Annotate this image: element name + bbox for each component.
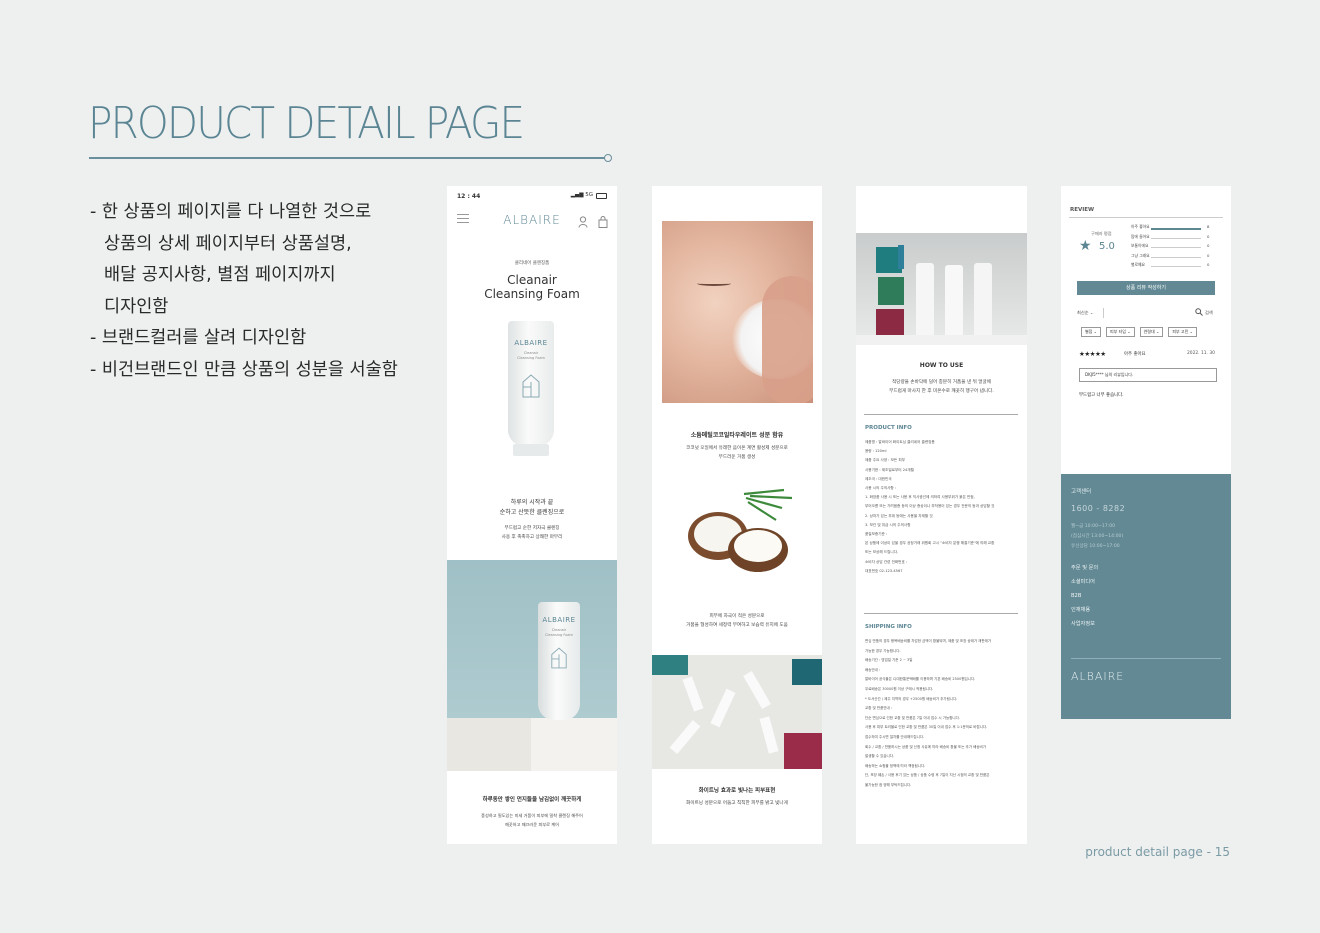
ingredient-body: 코코넛 오일에서 유래한 음이온 계면 활성제 성분으로 부드러운 거품 생성 [686, 446, 788, 460]
status-time: 12 : 44 [457, 193, 481, 200]
footer-brand-logo: ALBAIRE [1071, 670, 1125, 683]
footer-link[interactable]: 사업자정보 [1071, 617, 1098, 631]
how-to-use-heading: HOW TO USE [919, 362, 964, 369]
cs-phone[interactable]: 1600 - 8282 [1071, 504, 1125, 513]
review-filters: 별점 ⌄ 피부 타입 ⌄ 연령대 ⌄ 피부 고민 ⌄ [1081, 327, 1197, 337]
whitening-body: 화이트닝 성분으로 어둡고 칙칙한 피부를 밝고 빛나게 [686, 801, 788, 806]
chevron-down-icon: ⌄ [1089, 310, 1094, 315]
product-copy-headline: 하루의 시작과 끝 순하고 산뜻한 클렌징으로 [499, 499, 565, 516]
title-underline-dot [604, 154, 612, 162]
review-text: 부드럽고 너무 좋습니다. [1079, 393, 1124, 398]
footer-link[interactable]: 주문 및 문의 [1071, 561, 1098, 575]
rating-row: 보통이에요 0 [1131, 243, 1210, 248]
section-divider [864, 613, 1018, 614]
product-boxes-photo [652, 655, 822, 769]
coconut-photo [684, 484, 796, 580]
mobile-screen-ingredients: 소듐메틸코코일타우레이트 성분 함유 코코넛 오일에서 유래한 음이온 계면 활… [652, 186, 822, 844]
cleansing-headline: 하루동안 쌓인 먼지들을 남김없이 깨끗하게 [482, 797, 582, 803]
cart-icon[interactable] [598, 213, 608, 232]
slide-title: PRODUCT DETAIL PAGE [88, 98, 525, 149]
description-line: 상품의 상세 페이지부터 상품설명, [104, 233, 352, 254]
brand-logo[interactable]: ALBAIRE [447, 213, 617, 227]
product-info-heading: PRODUCT INFO [865, 425, 912, 431]
rating-row: 아주 좋아요 8 [1131, 224, 1210, 230]
how-to-use-body: 적당량을 손바닥에 덜어 충분히 거품을 낸 뒤 얼굴에 부드럽게 마사지 한 … [889, 380, 994, 394]
product-name: Cleanair Cleansing Foam [484, 273, 580, 301]
search-icon[interactable] [1195, 308, 1203, 318]
product-tube-image: ALBAIRE Cleanair Cleansing Foam [538, 602, 580, 720]
mobile-screen-product-top: 12 : 44 ▂▄▆ 5G ALBAIRE 클리네어 클렌징폼 Cleanai… [447, 186, 617, 844]
description-line: 배달 공지사항, 별점 페이지까지 [104, 265, 336, 285]
filter-dropdown[interactable]: 별점 ⌄ [1081, 327, 1101, 337]
filter-dropdown[interactable]: 피부 고민 ⌄ [1168, 327, 1197, 337]
footer-link[interactable]: 인재채용 [1071, 603, 1098, 617]
filter-dropdown[interactable]: 피부 타입 ⌄ [1106, 327, 1135, 337]
review-date: 2022. 11. 30 [1187, 351, 1215, 356]
shipping-info-heading: SHIPPING INFO [865, 624, 912, 630]
description-line: - 브랜드컬러를 살려 디자인함 [90, 328, 307, 348]
footer-link[interactable]: 소셜미디어 [1071, 575, 1098, 589]
title-underline [89, 157, 607, 159]
shipping-info-list: 변심 반품의 경우 왕복배송비를 차감한 금액이 환불되며, 제품 및 포장 상… [865, 639, 992, 787]
house-logo-icon [521, 373, 541, 403]
sort-dropdown[interactable]: 최신순 ⌄ [1077, 310, 1093, 316]
footer-links: 주문 및 문의 소셜미디어 B2B 인재채용 사업자정보 [1071, 561, 1098, 631]
product-photo-teal: ALBAIRE Cleanair Cleansing Foam [447, 560, 617, 771]
rating-value: 5.0 [1099, 241, 1115, 252]
page-number: product detail page - 15 [1085, 845, 1230, 859]
section-divider [1069, 217, 1223, 218]
rating-row: 그냥 그래요 0 [1131, 252, 1210, 258]
filter-dropdown[interactable]: 연령대 ⌄ [1139, 327, 1164, 337]
rating-fill [1151, 227, 1201, 230]
cs-label: 고객센터 [1071, 489, 1092, 495]
search-label[interactable]: 검색 [1205, 310, 1213, 316]
rating-row: 맘에 들어요 0 [1131, 233, 1210, 239]
mobile-screen-info: HOW TO USE 적당량을 손바닥에 덜어 충분히 거품을 낸 뒤 얼굴에 … [856, 186, 1027, 844]
status-signal: ▂▄▆ 5G [570, 192, 593, 198]
product-tube-image: ALBAIRE Cleanair Cleansing Foam [508, 321, 554, 456]
coconut-body: 피부에 자극이 적은 성분으로 거품을 형성하여 세정력 부여하고 보습력 유지… [686, 614, 788, 628]
rating-caption: 구매자 평점 [1091, 231, 1112, 236]
review-rating-text: 아주 좋아요 [1124, 352, 1146, 357]
description-line: 디자인함 [104, 296, 169, 317]
product-info-list: 제품명 : 알바이어 화이트닝 클리네어 클렌징폼 용량 : 120ml 제품 주요… [865, 440, 995, 573]
review-stars: ★★★★★ [1079, 350, 1106, 358]
house-logo-icon [550, 646, 568, 674]
product-copy-body: 부드럽고 순한 저자극 클렌징 사용 후 촉촉하고 상쾌한 마무리 [501, 526, 563, 540]
footer-link[interactable]: B2B [1071, 589, 1098, 603]
review-user-box: DKJI5**** 님의 리뷰입니다. [1079, 368, 1217, 382]
write-review-button[interactable]: 상품 리뷰 작성하기 [1077, 281, 1215, 295]
section-divider [864, 414, 1018, 415]
user-icon[interactable] [578, 213, 588, 232]
rating-distribution: 아주 좋아요 8 맘에 들어요 0 보통이에요 0 그냥 그래요 0 별로예요 … [1131, 224, 1221, 272]
product-category: 클리네어 클렌징폼 [514, 261, 550, 266]
face-foam-photo [662, 221, 813, 403]
whitening-headline: 화이트닝 효과로 빛나는 피부표현 [698, 788, 776, 794]
star-icon: ★ [1079, 238, 1092, 254]
cleansing-body: 풍성하고 필도있는 미세 거품이 피부에 밀착 클렌징 해주어 깨끗하고 매끄러… [481, 813, 583, 827]
signal-icon: ▂▄▆ [570, 192, 584, 198]
review-heading: REVIEW [1070, 207, 1095, 213]
site-footer: 고객센터 1600 - 8282 월~금 10:00~17:00 (점심시간 1… [1061, 474, 1231, 719]
slide-description: - 한 상품의 페이지를 다 나열한 것으로 상품의 상세 페이지부터 상품설명… [90, 197, 398, 386]
cs-hours: 월~금 10:00~17:00 (점심시간 13:00~14:00) 유선상담 … [1071, 524, 1124, 549]
description-line: - 한 상품의 페이지를 다 나열한 것으로 [90, 202, 372, 222]
rating-row: 별로예요 0 [1131, 262, 1210, 267]
mobile-screen-review: REVIEW 구매자 평점 ★ 5.0 아주 좋아요 8 맘에 들어요 0 보통… [1061, 186, 1231, 719]
battery-icon [596, 193, 607, 199]
product-lineup-photo [856, 233, 1027, 345]
ingredient-headline: 소듐메틸코코일타우레이트 성분 함유 [690, 432, 784, 439]
description-line: - 비건브랜드인 만큼 상품의 성분을 서술함 [90, 359, 398, 380]
